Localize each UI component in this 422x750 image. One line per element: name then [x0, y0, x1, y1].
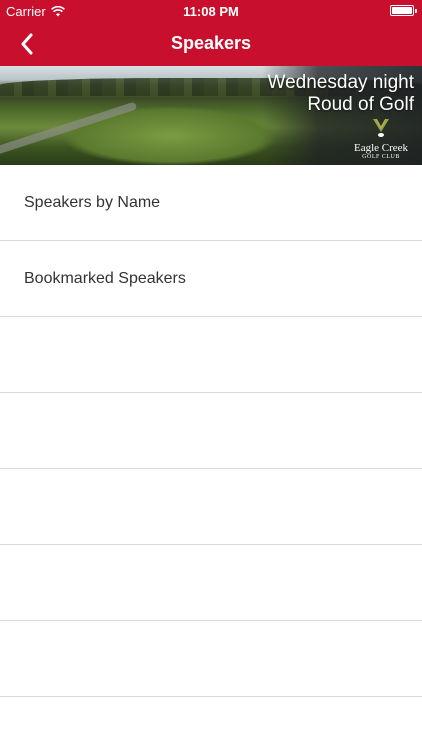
speakers-menu-list: Speakers by Name Bookmarked Speakers: [0, 165, 422, 697]
navigation-bar: Speakers: [0, 22, 422, 66]
list-item-label: Speakers by Name: [24, 193, 161, 211]
battery-icon: [390, 5, 417, 16]
page-title: Speakers: [170, 33, 252, 53]
logo-wordmark: Eagle Creek: [353, 142, 409, 154]
banner-title-line2: Roud of Golf: [307, 94, 414, 115]
header: Carrier 11:08 PM Speakers: [0, 0, 422, 66]
list-item-label: Bookmarked Speakers: [24, 269, 186, 287]
list-item-empty: [0, 621, 422, 697]
eagle-creek-logo-mark: [373, 118, 389, 137]
status-bar: Carrier 11:08 PM: [0, 0, 422, 22]
list-item-empty: [0, 317, 422, 393]
banner-title-line1: Wednesday night: [267, 72, 414, 93]
list-item-empty: [0, 545, 422, 621]
list-item-empty: [0, 393, 422, 469]
eagle-creek-logo: Eagle Creek GOLF CLUB: [350, 118, 412, 162]
status-time: 11:08 PM: [183, 4, 239, 19]
battery-fill: [392, 7, 412, 14]
list-item-bookmarked-speakers[interactable]: Bookmarked Speakers: [0, 241, 422, 317]
list-item-empty: [0, 469, 422, 545]
event-banner: Wednesday night Roud of Golf Eagle Creek…: [0, 66, 422, 165]
logo-subtitle: GOLF CLUB: [362, 154, 400, 160]
list-item-speakers-by-name[interactable]: Speakers by Name: [0, 165, 422, 241]
